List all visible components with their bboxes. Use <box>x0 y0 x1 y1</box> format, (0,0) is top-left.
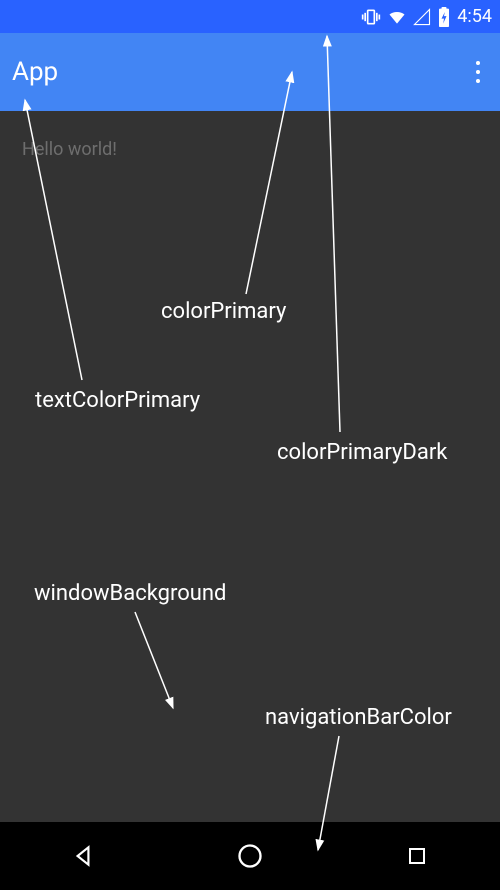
annotation-arrows <box>0 0 500 890</box>
